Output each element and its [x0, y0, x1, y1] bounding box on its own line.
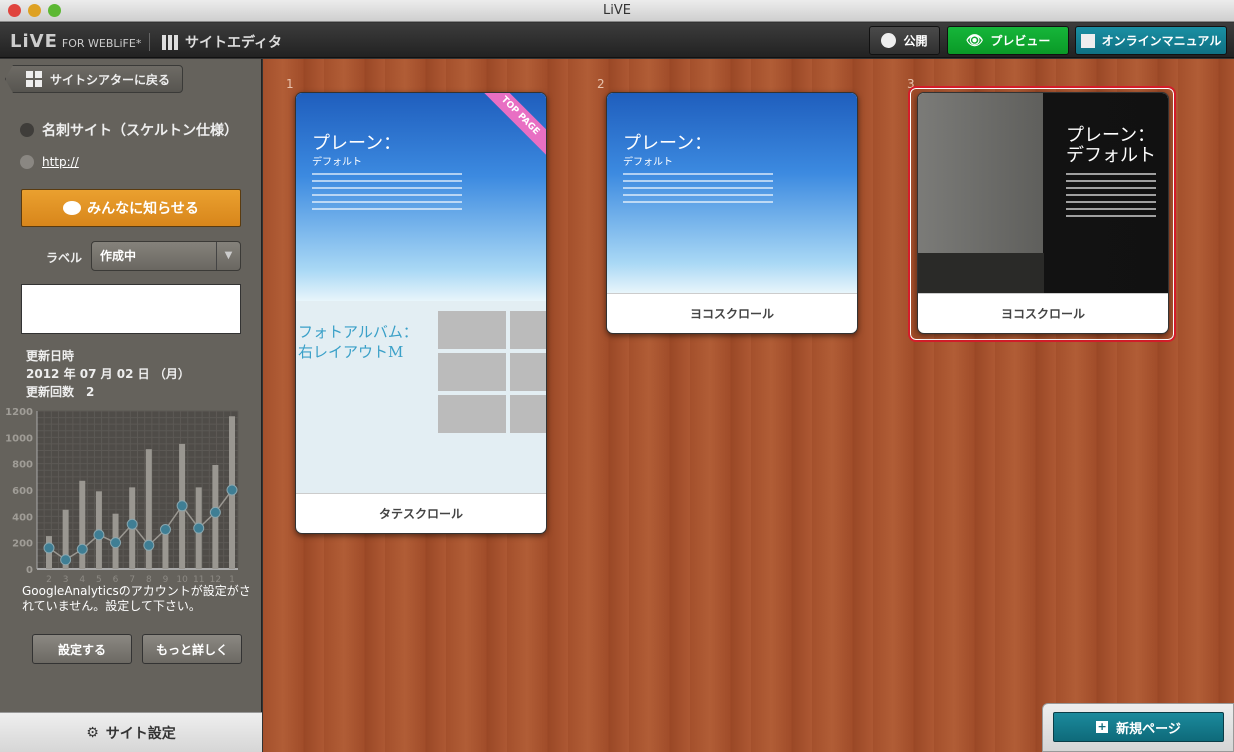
- page-thumbnail: プレーン： デフォルト: [918, 93, 1168, 293]
- x-tick-label: 8: [146, 575, 152, 584]
- y-tick-label: 1000: [5, 433, 33, 444]
- page-thumbnail-section: フォトアルバム： 右レイアウトM: [296, 301, 546, 493]
- site-url: http://: [20, 155, 79, 169]
- minimize-button[interactable]: [28, 4, 41, 17]
- y-tick-label: 800: [12, 460, 33, 471]
- publish-button[interactable]: 公開: [869, 26, 940, 55]
- data-point: [143, 539, 155, 551]
- book-icon: [1080, 33, 1095, 48]
- top-page-badge: TOP PAGE: [478, 93, 546, 158]
- analytics-chart: 0 200 400 600 800 1000 1200 2 3 4 5 6 7 8 9 10 11 12 1: [5, 407, 239, 584]
- page-caption: ヨコスクロール: [918, 293, 1168, 333]
- label-select[interactable]: 作成中 ▼: [91, 241, 241, 271]
- zoom-button[interactable]: [48, 4, 61, 17]
- label-caption: ラベル: [46, 251, 83, 265]
- y-tick-label: 1200: [5, 407, 33, 418]
- data-point: [176, 500, 188, 512]
- bar: [162, 529, 169, 569]
- page-caption: タテスクロール: [296, 493, 546, 533]
- bar: [145, 449, 152, 569]
- thumb-subtitle: デフォルト: [1066, 145, 1156, 166]
- data-point: [159, 524, 171, 535]
- x-tick-label: 7: [129, 575, 135, 584]
- thumb-subtitle: デフォルト: [623, 157, 673, 168]
- thumb-title: プレーン：: [312, 133, 402, 154]
- site-name: 名刺サイト（スケルトン仕様）: [20, 120, 238, 140]
- chevron-down-icon: ▼: [216, 242, 240, 270]
- bar: [79, 480, 86, 569]
- x-tick-label: 2: [46, 575, 52, 584]
- page-card-1[interactable]: プレーン： デフォルト TOP PAGE フォトアルバム： 右レイアウトM タテ…: [295, 92, 547, 534]
- data-point: [126, 518, 138, 530]
- data-point: [226, 484, 238, 496]
- page-number: 1: [286, 77, 294, 91]
- back-to-site-theater-button[interactable]: サイトシアターに戻る: [5, 65, 183, 93]
- page-caption: ヨコスクロール: [607, 293, 857, 333]
- grid-icon: [26, 71, 42, 87]
- y-tick-label: 600: [12, 486, 33, 497]
- page-card-3[interactable]: プレーン： デフォルト ヨコスクロール: [917, 92, 1169, 334]
- setup-button[interactable]: 設定する: [32, 634, 132, 664]
- thumb-subtitle: 右レイアウトM: [298, 343, 404, 361]
- thumb-subtitle: デフォルト: [312, 157, 362, 168]
- divider: [149, 33, 150, 51]
- window-titlebar: LiVE: [0, 0, 1234, 22]
- logo: LiVE FOR WEBLiFE*: [10, 31, 142, 52]
- window-title: LiVE: [603, 3, 631, 18]
- gear-icon: ⚙: [86, 724, 99, 741]
- data-point: [93, 529, 105, 541]
- thumb-title: フォトアルバム：: [298, 323, 418, 341]
- new-page-panel: + 新規ページ: [1042, 703, 1234, 752]
- y-tick-label: 400: [12, 512, 33, 523]
- site-settings-button[interactable]: ⚙ サイト設定: [0, 712, 262, 752]
- plus-icon: +: [1096, 720, 1109, 733]
- x-tick-label: 12: [210, 575, 221, 584]
- page-thumbnail: プレーン： デフォルト TOP PAGE: [296, 93, 546, 301]
- x-tick-label: 4: [79, 575, 85, 584]
- speech-bubble-icon: [63, 201, 82, 215]
- columns-icon: [162, 34, 178, 50]
- publish-icon: [881, 33, 897, 48]
- x-tick-label: 3: [63, 575, 69, 584]
- details-button[interactable]: もっと詳しく: [142, 634, 242, 664]
- site-icon: [20, 123, 34, 137]
- page-card-2[interactable]: プレーン： デフォルト ヨコスクロール: [606, 92, 858, 334]
- data-point: [43, 542, 55, 554]
- data-point: [110, 537, 122, 549]
- eye-icon: 👁: [965, 32, 984, 49]
- x-tick-label: 9: [163, 575, 169, 584]
- data-point: [193, 522, 205, 534]
- analytics-message: GoogleAnalyticsのアカウントが設定がされていません。設定して下さい…: [22, 584, 251, 613]
- x-tick-label: 10: [176, 575, 188, 584]
- site-url-link[interactable]: http://: [42, 155, 79, 169]
- thumb-title: プレーン：: [623, 133, 713, 154]
- x-tick-label: 1: [229, 575, 235, 584]
- online-manual-button[interactable]: オンラインマニュアル: [1075, 26, 1227, 55]
- page-canvas: 1 2 3 プレーン： デフォルト TOP PAGE フォトアルバム： 右レイア…: [263, 59, 1234, 752]
- globe-icon: [20, 155, 34, 169]
- close-button[interactable]: [8, 4, 21, 17]
- sidebar: サイトシアターに戻る 名刺サイト（スケルトン仕様） http:// みんなに知ら…: [0, 59, 262, 752]
- page-thumbnail: プレーン： デフォルト: [607, 93, 857, 293]
- data-point: [209, 506, 221, 518]
- data-point: [60, 554, 72, 566]
- share-button[interactable]: みんなに知らせる: [21, 189, 241, 227]
- update-info: 更新日時2012 年 07 月 02 日 （月） 更新回数 2: [26, 349, 190, 399]
- page-number: 2: [597, 77, 605, 91]
- x-tick-label: 6: [113, 575, 119, 584]
- memo-textarea[interactable]: [21, 284, 241, 334]
- app-toolbar: LiVE FOR WEBLiFE* サイトエディタ 公開 👁 プレビュー オンライン…: [0, 23, 1234, 58]
- y-tick-label: 0: [26, 565, 33, 576]
- preview-button[interactable]: 👁 プレビュー: [947, 26, 1069, 55]
- y-tick-label: 200: [12, 539, 33, 550]
- data-point: [76, 543, 88, 555]
- x-tick-label: 11: [193, 575, 204, 584]
- new-page-button[interactable]: + 新規ページ: [1053, 712, 1224, 742]
- editor-title: サイトエディタ: [162, 32, 282, 52]
- x-tick-label: 5: [96, 575, 102, 584]
